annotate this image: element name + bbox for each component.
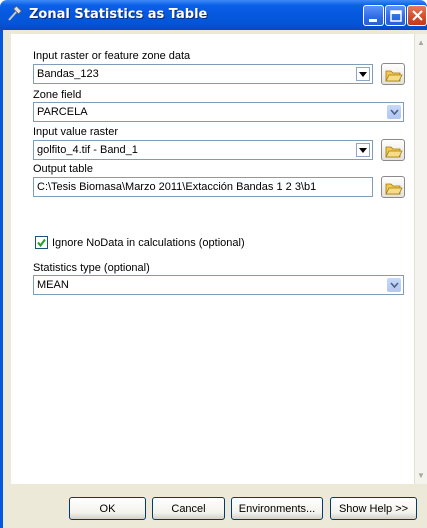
output-table-label: Output table xyxy=(33,163,93,175)
window-title: Zonal Statistics as Table xyxy=(29,7,208,22)
checkmark-icon xyxy=(37,238,46,248)
minimize-icon xyxy=(369,19,377,22)
input-zone-value: Bandas_123 xyxy=(37,68,99,80)
zone-field-value: PARCELA xyxy=(37,106,88,118)
scroll-down-icon[interactable]: ▼ xyxy=(417,471,425,480)
browse-input-value-button[interactable] xyxy=(381,139,405,161)
input-zone-combobox[interactable]: Bandas_123 xyxy=(33,64,373,84)
input-value-value: golfito_4.tif - Band_1 xyxy=(37,144,138,156)
open-folder-icon xyxy=(385,183,403,195)
input-zone-label: Input raster or feature zone data xyxy=(33,50,191,62)
chevron-down-icon[interactable] xyxy=(356,67,370,81)
close-icon xyxy=(412,10,423,21)
input-value-combobox[interactable]: golfito_4.tif - Band_1 xyxy=(33,140,373,160)
browse-input-zone-button[interactable] xyxy=(381,63,405,85)
stats-type-value: MEAN xyxy=(37,279,69,291)
open-folder-icon xyxy=(385,70,403,82)
stats-type-select[interactable]: MEAN xyxy=(33,275,404,295)
browse-output-table-button[interactable] xyxy=(381,176,405,198)
ignore-nodata-checkbox[interactable] xyxy=(35,236,48,249)
scroll-up-icon[interactable]: ▲ xyxy=(417,38,425,47)
ok-button[interactable]: OK xyxy=(69,497,146,520)
minimize-button[interactable] xyxy=(363,5,384,26)
show-help-button[interactable]: Show Help >> xyxy=(330,497,417,520)
vertical-scrollbar[interactable]: ▲ ▼ xyxy=(414,34,427,484)
output-table-input[interactable]: C:\Tesis Biomasa\Marzo 2011\Extacción Ba… xyxy=(33,177,373,197)
ignore-nodata-label: Ignore NoData in calculations (optional) xyxy=(52,237,245,249)
close-button[interactable] xyxy=(407,5,427,26)
open-folder-icon xyxy=(385,146,403,158)
title-bar[interactable]: Zonal Statistics as Table xyxy=(0,0,427,30)
hammer-tool-icon xyxy=(8,6,22,21)
input-value-label: Input value raster xyxy=(33,126,118,138)
stats-type-label: Statistics type (optional) xyxy=(33,262,150,274)
maximize-button[interactable] xyxy=(385,5,406,26)
zone-field-select[interactable]: PARCELA xyxy=(33,102,404,122)
chevron-down-icon[interactable] xyxy=(356,143,370,157)
environments-button[interactable]: Environments... xyxy=(231,497,323,520)
zone-field-label: Zone field xyxy=(33,89,82,101)
cancel-button[interactable]: Cancel xyxy=(152,497,225,520)
chevron-down-icon[interactable] xyxy=(387,278,401,292)
chevron-down-icon[interactable] xyxy=(387,105,401,119)
output-table-value: C:\Tesis Biomasa\Marzo 2011\Extacción Ba… xyxy=(37,181,317,193)
maximize-icon xyxy=(390,10,402,22)
